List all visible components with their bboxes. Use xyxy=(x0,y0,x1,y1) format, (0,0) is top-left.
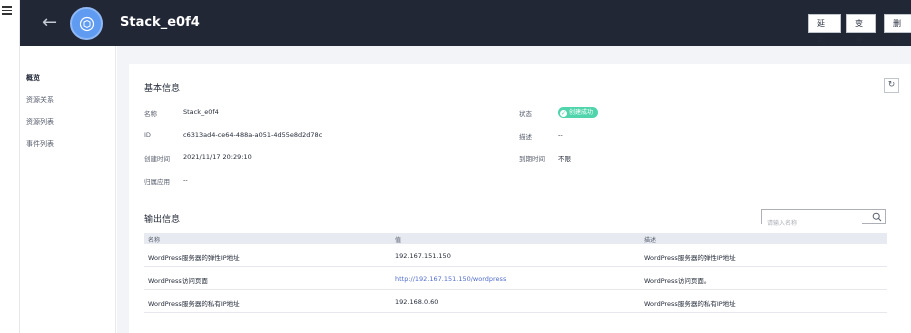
page-header: ← Stack_e0f4 延期 变更 删除 xyxy=(20,0,911,46)
table-row: WordPress服务器的私有IP地址 192.168.0.60 WordPre… xyxy=(144,290,887,313)
sidebar: 概览 资源关系 资源列表 事件列表 xyxy=(20,46,116,333)
detail-card: 基本信息 ↻ 名称 Stack_e0f4 ID c6313ad4-ce64-48… xyxy=(129,64,911,333)
output-name: WordPress访问页面 xyxy=(148,277,208,285)
stack-icon xyxy=(70,7,103,40)
status-text: 创建成功 xyxy=(569,109,594,116)
id-label: ID xyxy=(144,131,151,139)
search-icon[interactable] xyxy=(872,212,882,222)
table-header: 名称 值 描述 xyxy=(144,233,887,244)
status-label: 状态 xyxy=(519,110,532,118)
search-box xyxy=(761,209,886,230)
global-menu-strip xyxy=(0,0,20,333)
output-description: WordPress服务器的私有IP地址 xyxy=(644,300,736,308)
delete-button[interactable]: 删除 xyxy=(884,14,911,45)
expire-time-label: 到期时间 xyxy=(519,155,545,163)
output-description: WordPress服务器的弹性IP地址 xyxy=(644,254,736,262)
refresh-icon[interactable]: ↻ xyxy=(884,78,899,93)
app-value: -- xyxy=(183,176,188,184)
sidebar-item-event-list[interactable]: 事件列表 xyxy=(26,139,54,149)
sidebar-item-resource-list[interactable]: 资源列表 xyxy=(26,117,54,127)
back-arrow-icon[interactable]: ← xyxy=(42,13,58,33)
outputs-table: 名称 值 描述 WordPress服务器的弹性IP地址 192.167.151.… xyxy=(144,233,887,313)
description-value: -- xyxy=(558,131,563,139)
change-button[interactable]: 变更 xyxy=(846,14,876,45)
basic-info-title: 基本信息 xyxy=(144,84,181,94)
status-badge: ✓ 创建成功 xyxy=(558,107,599,118)
output-name: WordPress服务器的弹性IP地址 xyxy=(148,254,240,262)
expire-time-value: 不限 xyxy=(558,155,571,163)
column-header-value: 值 xyxy=(395,237,402,244)
extend-button[interactable]: 延期 xyxy=(808,14,841,45)
main-content: 基本信息 ↻ 名称 Stack_e0f4 ID c6313ad4-ce64-48… xyxy=(117,46,911,333)
created-time-label: 创建时间 xyxy=(144,155,170,163)
name-label: 名称 xyxy=(144,110,157,118)
column-header-name: 名称 xyxy=(148,237,161,244)
output-info-title: 输出信息 xyxy=(144,215,181,225)
description-label: 描述 xyxy=(519,133,532,141)
search-input[interactable] xyxy=(762,217,862,230)
table-row: WordPress服务器的弹性IP地址 192.167.151.150 Word… xyxy=(144,244,887,267)
output-value: 192.167.151.150 xyxy=(395,252,451,260)
table-row: WordPress访问页面 http://192.167.151.150/wor… xyxy=(144,267,887,290)
app-label: 归属应用 xyxy=(144,178,170,186)
output-description: WordPress访问页面。 xyxy=(644,277,711,285)
name-value: Stack_e0f4 xyxy=(183,108,219,116)
sidebar-item-resource-relations[interactable]: 资源关系 xyxy=(26,95,54,105)
output-value-link[interactable]: http://192.167.151.150/wordpress xyxy=(395,275,506,283)
check-icon: ✓ xyxy=(560,110,567,117)
id-value: c6313ad4-ce64-488a-a051-4d55e8d2d78c xyxy=(183,131,323,139)
app-root: ← Stack_e0f4 延期 变更 删除 概览 资源关系 资源列表 事件列表 … xyxy=(0,0,911,333)
column-header-description: 描述 xyxy=(644,237,657,244)
output-value: 192.168.0.60 xyxy=(395,298,439,306)
created-time-value: 2021/11/17 20:29:10 xyxy=(183,153,252,161)
output-name: WordPress服务器的私有IP地址 xyxy=(148,300,240,308)
sidebar-item-overview[interactable]: 概览 xyxy=(26,73,40,83)
page-title: Stack_e0f4 xyxy=(120,15,200,30)
hamburger-menu-icon[interactable] xyxy=(2,6,12,15)
